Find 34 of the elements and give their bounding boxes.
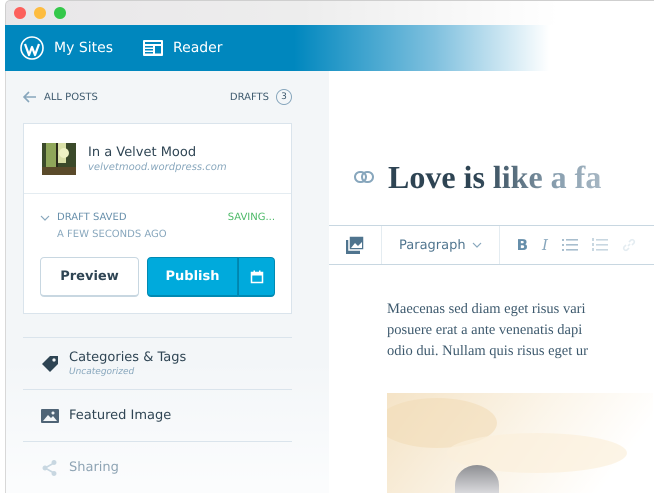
bold-button[interactable]: B [516, 236, 528, 254]
link-icon[interactable] [354, 171, 374, 183]
chevron-icon[interactable] [40, 214, 50, 220]
image-icon [41, 408, 59, 422]
bulleted-list-icon[interactable] [562, 238, 578, 252]
drafts-link[interactable]: DRAFTS 3 [230, 89, 292, 105]
sidebar-item[interactable]: Featured Image [23, 389, 292, 441]
numbered-list-icon[interactable] [592, 238, 608, 252]
publish-button[interactable]: Publish [147, 257, 238, 297]
wordpress-logo-icon [20, 36, 44, 60]
nav-link[interactable]: My Sites [20, 36, 113, 60]
site-url: velvetmood.wordpress.com [88, 162, 227, 173]
drafts-count: 3 [276, 89, 292, 105]
draft-status: DRAFT SAVED [57, 212, 128, 223]
calendar-icon [250, 270, 264, 284]
site-name: In a Velvet Mood [88, 145, 198, 160]
sidebar-item[interactable]: Categories & Tags Uncategorized [23, 337, 292, 389]
post-body-text[interactable]: Maecenas sed diam eget risus vari posuere erat a ante venenatis dapi odio dui. Nullam quis risus eget ur [387, 299, 654, 362]
zoom-button[interactable] [54, 7, 66, 19]
tag-icon [41, 354, 59, 372]
share-icon [41, 458, 59, 476]
schedule-button[interactable] [238, 257, 275, 297]
back-arrow-icon [23, 91, 37, 103]
preview-button[interactable]: Preview [40, 257, 139, 297]
nav-link[interactable]: Reader [143, 40, 223, 56]
newspaper-icon [143, 40, 163, 56]
saved-time: A FEW SECONDS AGO [57, 229, 168, 240]
caret-icon [472, 242, 482, 248]
close-button[interactable] [14, 7, 26, 19]
minimize-button[interactable] [34, 7, 46, 19]
add-media-icon[interactable] [346, 236, 364, 254]
saving-status: SAVING... [228, 212, 275, 223]
format-dropdown[interactable]: Paragraph [399, 238, 482, 252]
all-posts-link[interactable]: ALL POSTS [23, 91, 98, 103]
